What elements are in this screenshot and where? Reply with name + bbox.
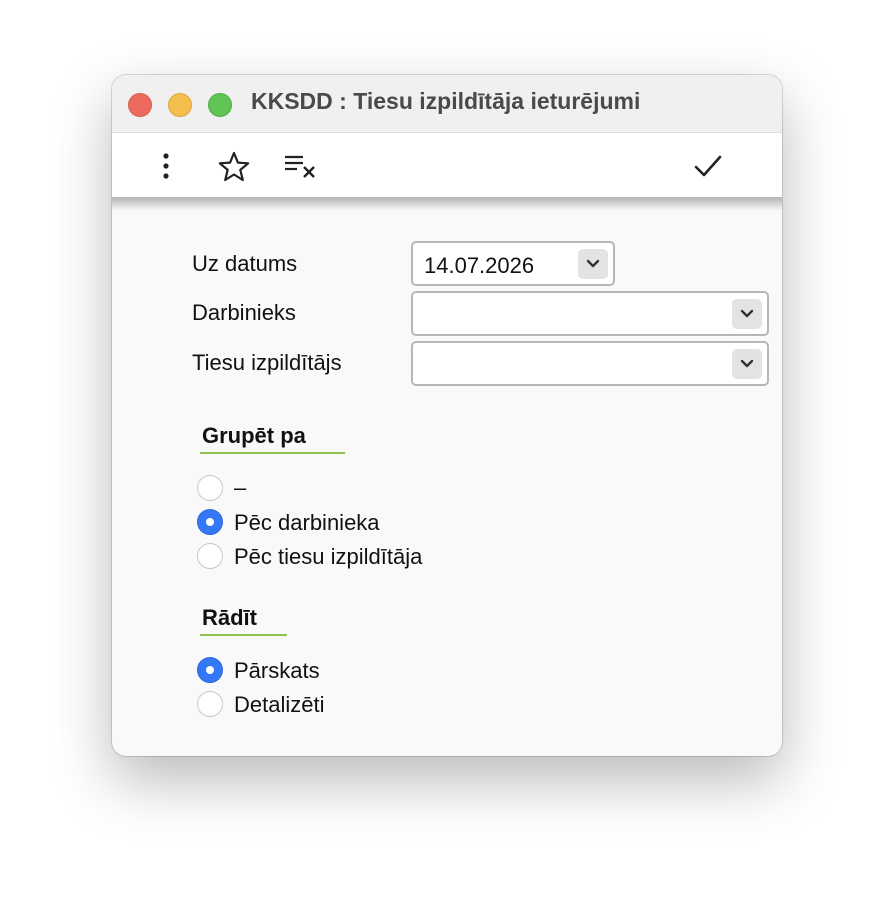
title-bar[interactable]: KKSDD : Tiesu izpildītāja ieturējumi — [112, 75, 782, 133]
star-icon[interactable] — [217, 149, 251, 183]
chevron-down-icon[interactable] — [578, 249, 608, 279]
toolbar-shadow — [112, 197, 782, 211]
employee-select[interactable] — [411, 291, 769, 336]
group-by-employee-radio[interactable] — [197, 509, 223, 535]
toolbar — [112, 133, 782, 197]
chevron-down-icon[interactable] — [732, 349, 762, 379]
checkmark-icon[interactable] — [691, 149, 725, 183]
bailiff-select[interactable] — [411, 341, 769, 386]
more-icon[interactable] — [149, 149, 183, 183]
group-by-bailiff-label[interactable]: Pēc tiesu izpildītāja — [234, 544, 422, 570]
show-detailed-label[interactable]: Detalizēti — [234, 692, 324, 718]
group-by-employee-label[interactable]: Pēc darbinieka — [234, 510, 380, 536]
group-by-underline — [200, 452, 345, 454]
employee-label: Darbinieks — [192, 300, 296, 325]
zoom-window-button[interactable] — [208, 93, 232, 117]
show-title: Rādīt — [202, 605, 257, 630]
minimize-window-button[interactable] — [168, 93, 192, 117]
show-summary-radio[interactable] — [197, 657, 223, 683]
group-by-bailiff-radio[interactable] — [197, 543, 223, 569]
group-by-title: Grupēt pa — [202, 423, 306, 448]
date-picker[interactable]: 14.07.2026 — [411, 241, 615, 286]
group-by-none-radio[interactable] — [197, 475, 223, 501]
chevron-down-icon[interactable] — [732, 299, 762, 329]
bailiff-label: Tiesu izpildītājs — [192, 350, 342, 375]
group-by-none-label[interactable]: – — [234, 475, 246, 501]
dialog-window: KKSDD : Tiesu izpildītāja ieturējumi Uz … — [112, 75, 782, 756]
clear-filter-icon[interactable] — [283, 149, 317, 183]
date-label: Uz datums — [192, 251, 298, 276]
date-value: 14.07.2026 — [424, 253, 535, 278]
show-summary-label[interactable]: Pārskats — [234, 658, 320, 684]
show-detailed-radio[interactable] — [197, 691, 223, 717]
close-window-button[interactable] — [128, 93, 152, 117]
window-title: KKSDD : Tiesu izpildītāja ieturējumi — [251, 88, 641, 114]
show-underline — [200, 634, 287, 636]
